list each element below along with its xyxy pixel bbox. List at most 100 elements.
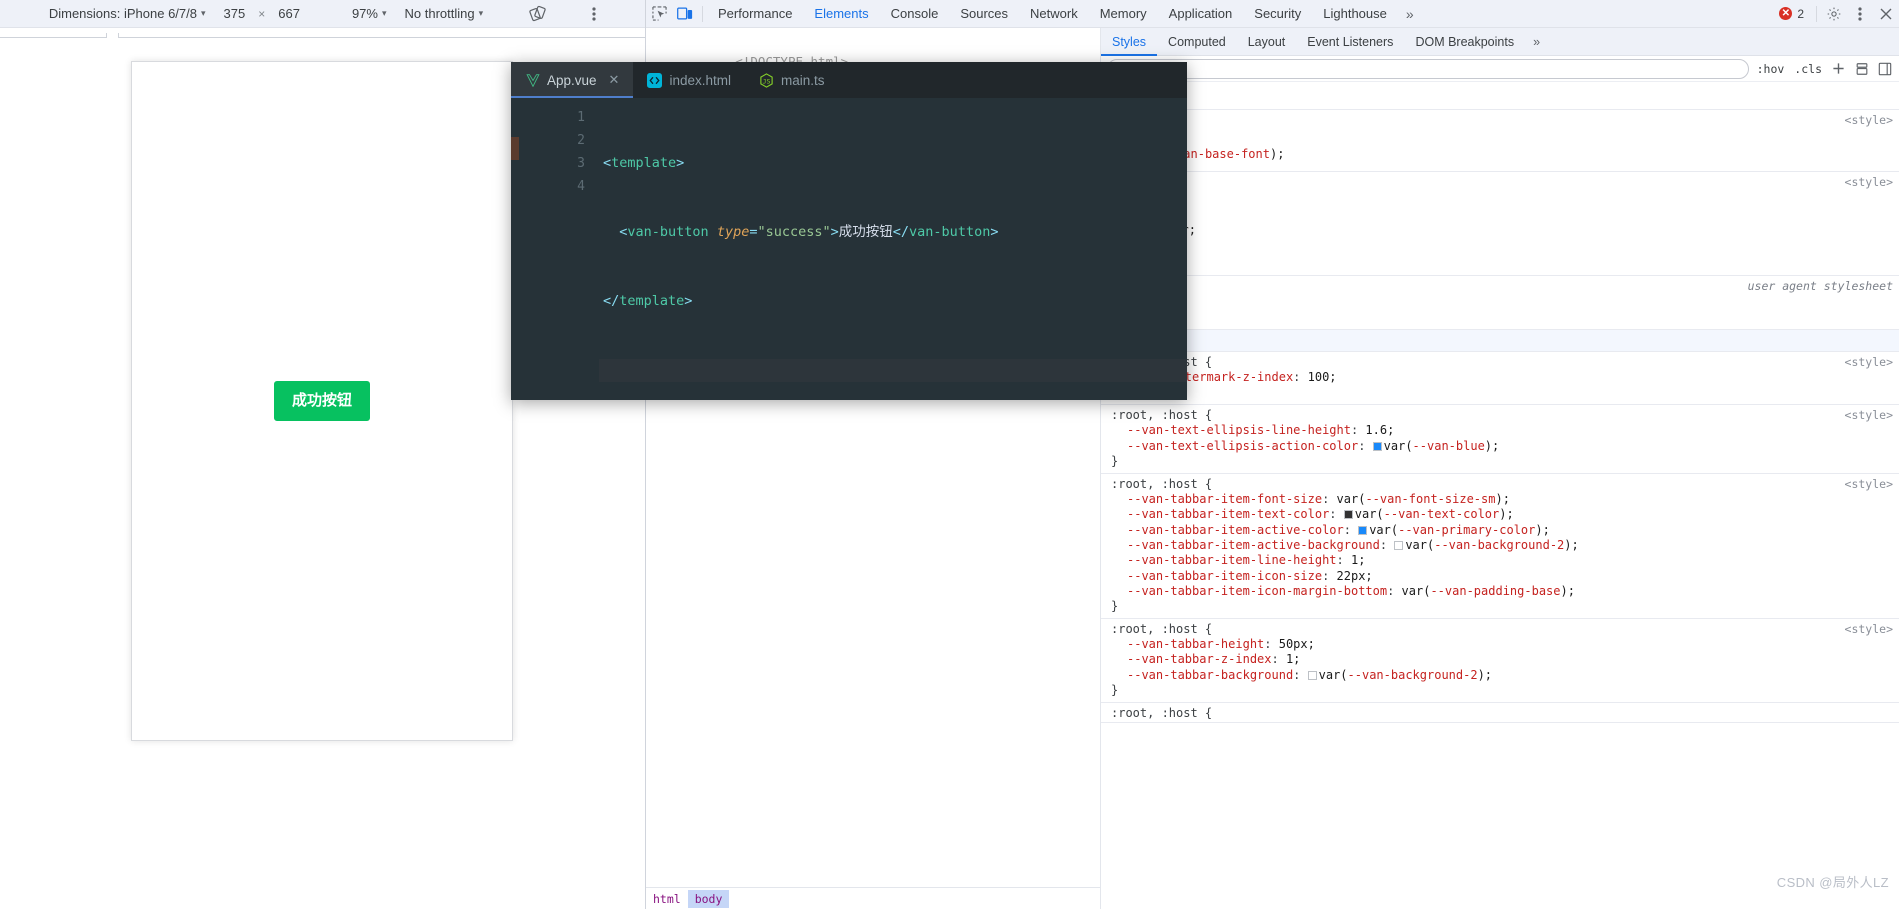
editor-code-area[interactable]: <template> <van-button type="success">成功… (599, 98, 1187, 400)
css-value-ellipsis-line-height[interactable]: 1.6; (1365, 423, 1394, 437)
css-selector-root-host[interactable]: :root, :host { (1111, 706, 1212, 720)
rotate-icon[interactable] (520, 5, 555, 22)
css-rule-text-ellipsis[interactable]: <style> :root, :host { --van-text-ellips… (1101, 405, 1899, 474)
tab-performance[interactable]: Performance (707, 0, 803, 28)
tab-application[interactable]: Application (1158, 0, 1244, 28)
tab-layout[interactable]: Layout (1237, 28, 1297, 56)
css-rule-html-selector[interactable]: html (1101, 330, 1899, 352)
hov-toggle-button[interactable]: :hov (1755, 62, 1787, 76)
color-swatch-icon[interactable] (1372, 441, 1382, 451)
devtools-main-tabbar: Performance Elements Console Sources Net… (646, 0, 1899, 28)
editor-tab-app-vue[interactable]: App.vue ✕ (511, 62, 634, 98)
code-line-2[interactable]: <van-button type="success">成功按钮</van-but… (599, 221, 1187, 244)
more-tabs-chevron-icon[interactable]: » (1398, 6, 1422, 22)
css-rule-app-flex[interactable]: <style> ; lex; s: ▶ center; 320px; : 100… (1101, 172, 1899, 276)
css-rule-origin[interactable]: <style> (1845, 408, 1893, 423)
css-value-tabbar-height[interactable]: 50px; (1279, 637, 1315, 651)
css-rule-origin-ua: user agent stylesheet (1747, 279, 1893, 293)
line-number: 3 (577, 156, 585, 171)
dimensions-dropdown[interactable]: Dimensions: iPhone 6/7/8 ▾ (40, 6, 215, 21)
code-line-1[interactable]: <template> (599, 152, 1187, 175)
color-swatch-icon[interactable] (1394, 540, 1404, 550)
css-rule-tabbar-item[interactable]: <style> :root, :host { --van-tabbar-item… (1101, 474, 1899, 619)
tab-security[interactable]: Security (1243, 0, 1312, 28)
devtools-more-options-icon[interactable] (1847, 1, 1873, 27)
tab-elements[interactable]: Elements (803, 0, 879, 28)
css-rule-tabbar[interactable]: <style> :root, :host { --van-tabbar-heig… (1101, 619, 1899, 703)
copy-styles-icon[interactable] (1853, 60, 1870, 77)
editor-tab-index-html[interactable]: index.html (633, 62, 745, 98)
tab-dom-breakpoints[interactable]: DOM Breakpoints (1404, 28, 1525, 56)
css-prop-ellipsis-action-color[interactable]: --van-text-ellipsis-action-color (1127, 439, 1358, 453)
new-style-rule-button[interactable] (1830, 60, 1847, 77)
editor-tab-main-ts[interactable]: JS main.ts (744, 62, 839, 98)
code-line-4[interactable] (599, 359, 1187, 382)
close-icon[interactable] (1873, 1, 1899, 27)
tab-lighthouse[interactable]: Lighthouse (1312, 0, 1398, 28)
breadcrumb-item-body[interactable]: body (687, 889, 730, 908)
inspect-element-icon[interactable] (646, 1, 672, 27)
html-file-icon (647, 72, 663, 88)
tab-console[interactable]: Console (880, 0, 950, 28)
css-prop-tabbar-item-line-height[interactable]: --van-tabbar-item-line-height (1127, 553, 1337, 567)
css-value-tabbar-item-icon-size[interactable]: 22px; (1337, 569, 1373, 583)
css-selector-root-host[interactable]: :root, :host { (1111, 408, 1212, 422)
css-rule-origin[interactable]: <style> (1845, 175, 1893, 190)
chevron-down-icon: ▾ (381, 8, 387, 18)
tab-network[interactable]: Network (1019, 0, 1089, 28)
css-prop-tabbar-z-index[interactable]: --van-tabbar-z-index (1127, 652, 1272, 666)
color-swatch-icon[interactable] (1358, 525, 1368, 535)
css-rule-origin[interactable]: <style> (1845, 622, 1893, 637)
cls-toggle-button[interactable]: .cls (1792, 62, 1824, 76)
css-close-brace: } (1111, 454, 1119, 469)
css-rule-origin[interactable]: <style> (1845, 113, 1893, 128)
css-prop-tabbar-background[interactable]: --van-tabbar-background (1127, 668, 1293, 682)
device-height-input[interactable]: 667 (269, 6, 309, 21)
css-prop-tabbar-item-active-color[interactable]: --van-tabbar-item-active-color (1127, 523, 1344, 537)
close-icon[interactable]: ✕ (609, 72, 620, 88)
css-value-watermark-z-index[interactable]: 100; (1308, 370, 1337, 384)
css-rules-list[interactable]: { <style> ; y: var(--van-base-font); <st… (1101, 84, 1899, 909)
device-more-options-icon[interactable] (583, 6, 605, 22)
gear-icon[interactable] (1821, 1, 1847, 27)
color-swatch-icon[interactable] (1307, 670, 1317, 680)
color-swatch-icon[interactable] (1343, 510, 1353, 520)
css-rule-watermark[interactable]: <style> :root, :host { --van-watermark-z… (1101, 352, 1899, 406)
more-styles-tabs-chevron-icon[interactable]: » (1525, 35, 1548, 49)
editor-tab-label: index.html (669, 72, 731, 88)
css-prop-tabbar-item-icon-margin-bottom[interactable]: --van-tabbar-item-icon-margin-bottom (1127, 584, 1387, 598)
css-rule-partial-top[interactable]: { (1101, 84, 1899, 110)
css-selector-root-host[interactable]: :root, :host { (1111, 477, 1212, 491)
throttling-dropdown[interactable]: No throttling ▾ (396, 6, 493, 21)
css-prop-tabbar-item-text-color[interactable]: --van-tabbar-item-text-color (1127, 507, 1329, 521)
breadcrumb-item-html[interactable]: html (646, 890, 688, 908)
code-line-3[interactable]: </template> (599, 290, 1187, 313)
tab-styles[interactable]: Styles (1101, 28, 1157, 56)
throttling-label: No throttling (404, 6, 475, 21)
success-button[interactable]: 成功按钮 (273, 380, 370, 422)
zoom-dropdown[interactable]: 97% ▾ (343, 6, 396, 21)
css-prop-tabbar-item-active-background[interactable]: --van-tabbar-item-active-background (1127, 538, 1380, 552)
css-prop-tabbar-item-icon-size[interactable]: --van-tabbar-item-icon-size (1127, 569, 1322, 583)
device-width-input[interactable]: 375 (215, 6, 255, 21)
tab-sources[interactable]: Sources (949, 0, 1019, 28)
styles-filter-input[interactable] (1107, 58, 1749, 79)
viewport-ruler (0, 28, 645, 42)
tab-event-listeners[interactable]: Event Listeners (1296, 28, 1404, 56)
css-rule-origin[interactable]: <style> (1845, 477, 1893, 492)
tab-computed[interactable]: Computed (1157, 28, 1237, 56)
css-prop-ellipsis-line-height[interactable]: --van-text-ellipsis-line-height (1127, 423, 1351, 437)
toggle-sidebar-icon[interactable] (1876, 60, 1893, 77)
device-toolbar-icon[interactable] (672, 1, 698, 27)
css-value-tabbar-z-index[interactable]: 1; (1286, 652, 1300, 666)
css-rule-user-agent[interactable]: user agent stylesheet lock; px; (1101, 276, 1899, 330)
css-rule-origin[interactable]: <style> (1845, 355, 1893, 370)
css-prop-tabbar-height[interactable]: --van-tabbar-height (1127, 637, 1264, 651)
tab-memory[interactable]: Memory (1089, 0, 1158, 28)
css-rule-next-partial[interactable]: :root, :host { (1101, 703, 1899, 723)
css-selector-root-host[interactable]: :root, :host { (1111, 622, 1212, 636)
css-prop-tabbar-item-font-size[interactable]: --van-tabbar-item-font-size (1127, 492, 1322, 506)
css-rule-base-font[interactable]: <style> ; y: var(--van-base-font); (1101, 110, 1899, 172)
css-value-tabbar-item-line-height[interactable]: 1; (1351, 553, 1365, 567)
error-count-badge[interactable]: ✕ 2 (1771, 7, 1812, 21)
